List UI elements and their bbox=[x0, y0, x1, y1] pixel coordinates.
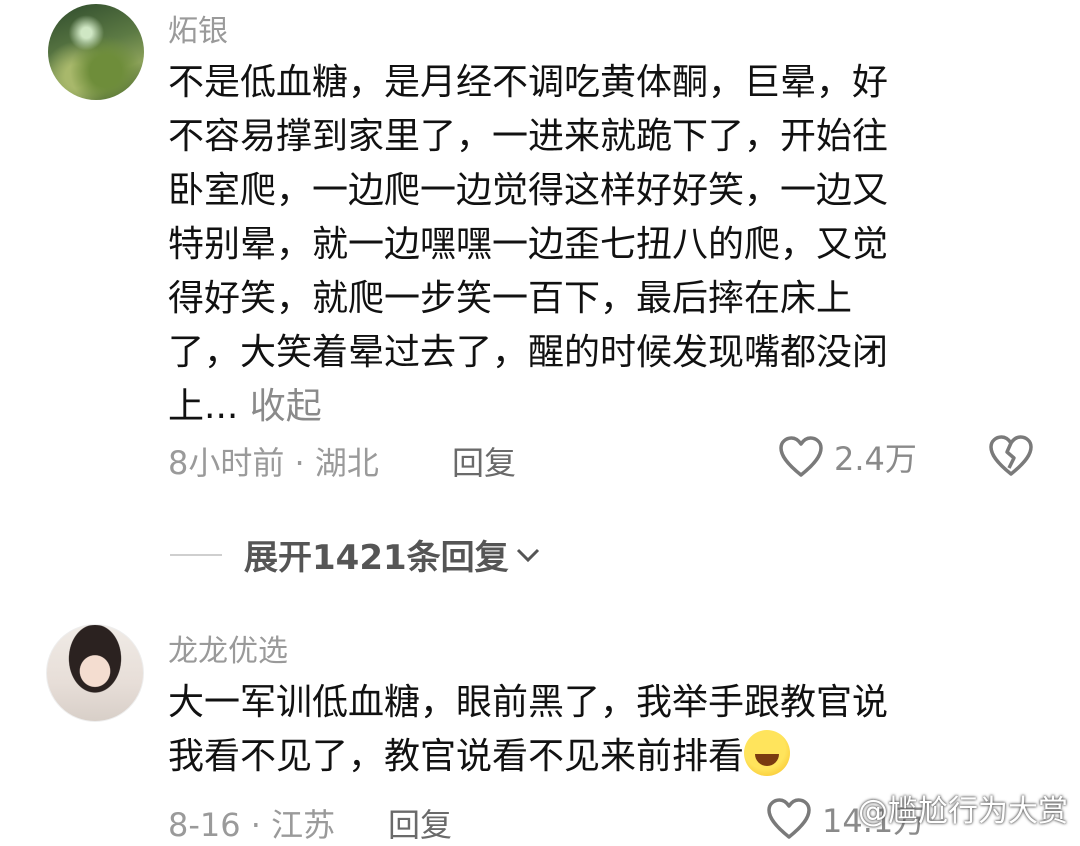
comment-item: 炻银 不是低血糖，是月经不调吃黄体酮，巨晕，好 不容易撑到家里了，一进来就跪下了… bbox=[0, 0, 1080, 520]
username[interactable]: 炻银 bbox=[168, 6, 228, 50]
reply-button[interactable]: 回复 bbox=[452, 438, 516, 484]
chevron-down-icon bbox=[516, 548, 539, 562]
laughing-tears-emoji-icon bbox=[744, 730, 791, 776]
like-button[interactable]: 2.4万 bbox=[778, 434, 917, 480]
avatar[interactable] bbox=[48, 4, 144, 100]
broken-heart-icon bbox=[989, 435, 1033, 476]
heart-outline-icon bbox=[779, 436, 823, 477]
comment-text: 不是低血糖，是月经不调吃黄体酮，巨晕，好 不容易撑到家里了，一进来就跪下了，开始… bbox=[168, 62, 889, 427]
comment-text: 大一军训低血糖，眼前黑了，我举手跟教官说 我看不见了，教官说看不见来前排看 bbox=[168, 682, 889, 777]
reply-button[interactable]: 回复 bbox=[388, 800, 452, 846]
avatar[interactable] bbox=[46, 624, 144, 722]
watermark: @尴尬行为大赏 bbox=[858, 794, 1068, 829]
divider bbox=[170, 553, 222, 556]
comment-meta: 8小时前 · 湖北 bbox=[168, 444, 379, 482]
expand-replies-label: 展开1421条回复 bbox=[244, 538, 509, 578]
heart-outline-icon bbox=[767, 798, 811, 839]
dislike-button[interactable] bbox=[988, 434, 1034, 482]
collapse-link[interactable]: 收起 bbox=[250, 386, 322, 427]
comment-meta: 8-16 · 江苏 bbox=[168, 806, 336, 844]
like-count: 2.4万 bbox=[834, 440, 917, 478]
username[interactable]: 龙龙优选 bbox=[168, 626, 288, 670]
expand-replies-button[interactable]: 展开1421条回复 bbox=[170, 530, 543, 579]
